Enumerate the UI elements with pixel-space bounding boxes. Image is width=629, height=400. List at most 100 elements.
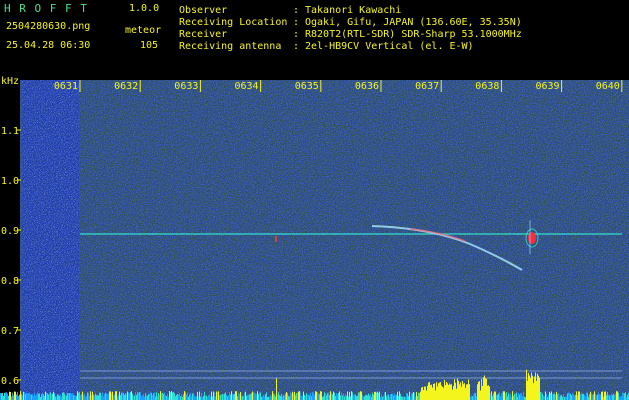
baseline-bar	[318, 392, 319, 400]
baseline-bar	[362, 394, 363, 400]
baseline-bar	[370, 394, 371, 400]
baseline-bar	[431, 384, 432, 400]
baseline-bar	[75, 395, 76, 400]
baseline-bar	[283, 395, 284, 400]
baseline-bar	[258, 393, 259, 400]
baseline-bar	[321, 391, 322, 400]
baseline-bar	[571, 395, 572, 400]
baseline-bar	[396, 395, 397, 400]
baseline-bar	[390, 394, 391, 400]
baseline-bar	[247, 394, 248, 400]
baseline-bar	[585, 396, 586, 400]
baseline-bar	[214, 392, 215, 400]
baseline-bar	[494, 391, 495, 400]
baseline-bar	[471, 395, 472, 400]
baseline-bar	[486, 378, 487, 400]
baseline-bar	[548, 395, 549, 400]
baseline-bar	[386, 396, 387, 400]
baseline-bar	[49, 392, 50, 400]
baseline-bar	[150, 392, 151, 400]
baseline-bar	[586, 392, 587, 400]
baseline-bar	[517, 396, 518, 400]
baseline-bar	[151, 393, 152, 400]
baseline-bar	[624, 393, 625, 400]
baseline-bar	[28, 392, 29, 400]
baseline-bar	[317, 392, 318, 400]
baseline-bar	[158, 392, 159, 400]
baseline-bar	[563, 394, 564, 400]
baseline-bar	[519, 394, 520, 400]
baseline-bar	[156, 392, 157, 400]
baseline-bar	[66, 395, 67, 400]
baseline-bar	[514, 393, 515, 400]
baseline-bar	[39, 393, 40, 400]
baseline-bar	[248, 394, 249, 400]
baseline-bar	[120, 395, 121, 400]
baseline-bar	[177, 394, 178, 400]
baseline-bar	[257, 391, 258, 400]
baseline-bar	[290, 392, 291, 400]
baseline-bar	[479, 381, 480, 400]
baseline-bar	[346, 395, 347, 400]
baseline-bar	[131, 391, 132, 400]
baseline-bar	[323, 396, 324, 400]
baseline-bar	[459, 384, 460, 400]
baseline-bar	[7, 393, 8, 400]
baseline-bar	[93, 394, 94, 400]
baseline-bar	[80, 395, 81, 400]
baseline-bar	[357, 395, 358, 400]
baseline-bar	[489, 386, 490, 400]
baseline-bar	[621, 396, 622, 400]
baseline-bar	[513, 395, 514, 400]
baseline-bar	[363, 396, 364, 400]
baseline-bar	[576, 391, 577, 400]
baseline-bar	[599, 394, 600, 400]
baseline-bar	[495, 391, 496, 400]
baseline-bar	[424, 386, 425, 400]
baseline-bar	[6, 392, 7, 400]
baseline-bar	[337, 394, 338, 400]
baseline-bar	[96, 395, 97, 400]
baseline-bar	[616, 391, 617, 400]
baseline-bar	[324, 392, 325, 400]
baseline-bar	[145, 393, 146, 400]
baseline-bar	[294, 391, 295, 400]
baseline-bar	[555, 394, 556, 400]
baseline-bar	[568, 392, 569, 400]
baseline-bar	[68, 392, 69, 400]
baseline-bar	[115, 391, 116, 400]
baseline-bar	[289, 396, 290, 400]
baseline-bar	[119, 391, 120, 400]
baseline-bar	[307, 394, 308, 400]
baseline-bar	[128, 392, 129, 400]
baseline-bar	[416, 391, 417, 400]
baseline-bar	[300, 392, 301, 400]
baseline-bar	[447, 383, 448, 400]
baseline-bar	[492, 396, 493, 400]
baseline-bar	[144, 396, 145, 400]
baseline-bar	[509, 394, 510, 400]
baseline-bar	[16, 394, 17, 400]
baseline-bar	[510, 393, 511, 400]
baseline-bar	[319, 394, 320, 400]
baseline-bar	[427, 385, 428, 400]
baseline-bar	[113, 395, 114, 400]
baseline-bar	[109, 391, 110, 400]
baseline-bar	[561, 394, 562, 400]
baseline-bar	[444, 379, 445, 400]
baseline-bar	[603, 396, 604, 400]
baseline-bar	[20, 391, 21, 400]
baseline-bar	[157, 395, 158, 400]
baseline-bar	[477, 384, 478, 400]
baseline-bar	[569, 392, 570, 400]
baseline-bar	[101, 395, 102, 400]
baseline-bar	[468, 379, 469, 400]
baseline-bar	[597, 394, 598, 400]
baseline-bar	[226, 394, 227, 400]
baseline-bar	[244, 392, 245, 400]
baseline-bar	[399, 391, 400, 400]
baseline-bar	[566, 396, 567, 400]
baseline-bar	[461, 386, 462, 400]
baseline-bar	[287, 393, 288, 400]
baseline-bar	[572, 392, 573, 400]
